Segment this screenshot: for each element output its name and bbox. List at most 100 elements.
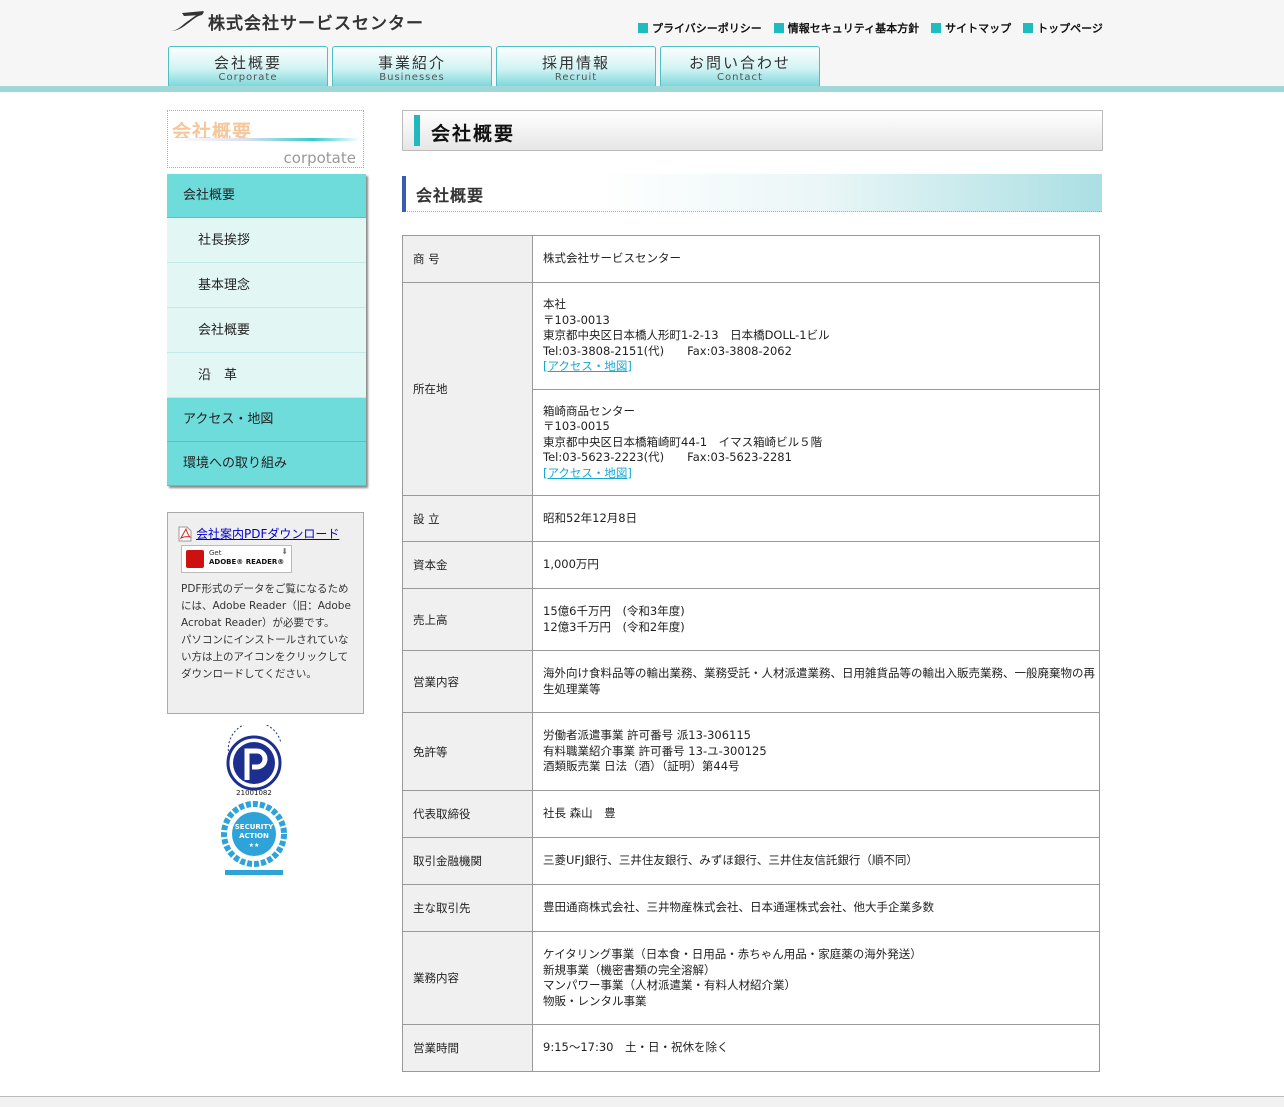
sidebar-heading-subtitle: corpotate bbox=[283, 149, 356, 167]
branch-name: 箱崎商品センター bbox=[543, 403, 635, 418]
company-logo[interactable]: 株式会社サービスセンター bbox=[168, 8, 424, 34]
row-value: 社長 森山 豊 bbox=[532, 790, 1100, 838]
branch-tel: Tel:03-5623-2223(代) Fax:03-5623-2281 bbox=[543, 450, 792, 464]
sales-line: 15億6千万円 (令和3年度) bbox=[543, 604, 685, 618]
square-bullet-icon bbox=[638, 23, 648, 33]
sidebar-heading: 会社概要 corpotate bbox=[167, 110, 364, 168]
table-row: 免許等 労働者派遣事業 許可番号 派13-306115 有料職業紹介事業 許可番… bbox=[402, 712, 1100, 791]
download-arrow-icon: ⬇ bbox=[281, 547, 288, 556]
sidebar-menu: 会社概要 社長挨拶 基本理念 会社概要 沿 革 アクセス・地図 環境への取り組み bbox=[167, 174, 366, 486]
top-page-link[interactable]: トップページ bbox=[1023, 20, 1103, 36]
branch-zip: 〒103-0015 bbox=[543, 419, 610, 433]
pdf-download-label: 会社案内PDFダウンロード bbox=[196, 527, 340, 541]
branch-map-link[interactable]: [アクセス・地図] bbox=[543, 466, 632, 480]
row-value: 労働者派遣事業 許可番号 派13-306115 有料職業紹介事業 許可番号 13… bbox=[532, 712, 1100, 791]
row-label: 業務内容 bbox=[402, 931, 533, 1025]
nav-tab-sublabel: Recruit bbox=[554, 72, 598, 83]
row-value: 株式会社サービスセンター bbox=[532, 235, 1100, 283]
pdf-file-icon bbox=[178, 526, 192, 541]
sidebar-item-greeting[interactable]: 社長挨拶 bbox=[167, 218, 366, 263]
row-value: 海外向け食料品等の輸出業務、業務受託・人材派遣業務、日用雑貨品等の輸出入販売業務… bbox=[532, 650, 1100, 713]
nav-tab-contact[interactable]: お問い合わせ Contact bbox=[660, 46, 820, 86]
nav-tab-label: お問い合わせ bbox=[688, 54, 791, 72]
table-row: 資本金 1,000万円 bbox=[402, 541, 1100, 589]
hq-tel: Tel:03-3808-2151(代) Fax:03-3808-2062 bbox=[543, 343, 792, 358]
logo-mark-icon bbox=[170, 11, 204, 31]
hq-map-link[interactable]: [アクセス・地図] bbox=[543, 359, 632, 373]
sidebar-item-access[interactable]: アクセス・地図 bbox=[167, 398, 366, 442]
privacy-mark-icon: 21001082 bbox=[226, 725, 282, 797]
sitemap-label: サイトマップ bbox=[945, 22, 1012, 35]
branch-street: 東京都中央区日本橋箱崎町44-1 イマス箱崎ビル５階 bbox=[543, 434, 823, 449]
row-value: 昭和52年12月8日 bbox=[532, 495, 1100, 542]
row-label: 営業時間 bbox=[402, 1024, 533, 1072]
header-divider bbox=[0, 86, 1284, 92]
security-policy-link[interactable]: 情報セキュリティ基本方針 bbox=[773, 20, 920, 36]
row-value: 豊田通商株式会社、三井物産株式会社、日本通運株式会社、他大手企業多数 bbox=[532, 884, 1100, 932]
page-title: 会社概要 bbox=[431, 123, 516, 145]
pdf-download-box: 会社案内PDFダウンロード Get ADOBE® READER® ⬇ PDF形式… bbox=[167, 512, 364, 714]
row-label: 設 立 bbox=[402, 495, 533, 542]
nav-tab-sublabel: Corporate bbox=[218, 72, 278, 83]
sidebar-item-environment[interactable]: 環境への取り組み bbox=[167, 442, 366, 486]
sidebar-item-company-overview[interactable]: 会社概要 bbox=[167, 174, 366, 218]
pdf-note: PDF形式のデータをご覧になるためには、Adobe Reader（旧：Adobe… bbox=[181, 583, 351, 680]
section-heading: 会社概要 bbox=[402, 174, 1102, 212]
sidebar-item-outline[interactable]: 会社概要 bbox=[167, 308, 366, 353]
square-bullet-icon bbox=[1023, 23, 1034, 33]
nav-tab-businesses[interactable]: 事業紹介 Businesses bbox=[332, 46, 492, 86]
sitemap-link[interactable]: サイトマップ bbox=[931, 20, 1011, 36]
nav-tab-corporate[interactable]: 会社概要 Corporate bbox=[168, 46, 328, 86]
row-label: 取引金融機関 bbox=[402, 837, 533, 885]
svg-text:★★: ★★ bbox=[249, 842, 260, 849]
title-accent-bar bbox=[414, 115, 420, 146]
address-cell: 本社 〒103-0013 東京都中央区日本橋人形町1-2-13 日本橋DOLL-… bbox=[532, 282, 1100, 496]
license-line: 労働者派遣事業 許可番号 派13-306115 bbox=[543, 728, 751, 743]
nav-tab-recruit[interactable]: 採用情報 Recruit bbox=[496, 46, 656, 86]
security-action-icon: SECURITY ACTION ★★ bbox=[221, 801, 287, 875]
footer-divider bbox=[0, 1096, 1284, 1107]
table-row: 営業内容 海外向け食料品等の輸出業務、業務受託・人材派遣業務、日用雑貨品等の輸出… bbox=[402, 650, 1100, 713]
table-row: 業務内容 ケイタリング事業（日本食・日用品・赤ちゃん用品・家庭薬の海外発送） 新… bbox=[402, 931, 1100, 1025]
sidebar-item-philosophy[interactable]: 基本理念 bbox=[167, 263, 366, 308]
nav-tab-sublabel: Businesses bbox=[379, 72, 445, 83]
business-line: 新規事業（機密書類の完全溶解） bbox=[543, 962, 716, 977]
adobe-logo-icon bbox=[186, 550, 204, 568]
row-label: 営業内容 bbox=[402, 650, 533, 713]
row-label: 売上高 bbox=[402, 588, 533, 651]
license-line: 酒類販売業 日法（酒）（証明）第44号 bbox=[543, 759, 740, 774]
hq-name: 本社 bbox=[543, 297, 566, 311]
table-row: 商 号 株式会社サービスセンター bbox=[402, 235, 1100, 283]
pdf-download-link[interactable]: 会社案内PDFダウンロード bbox=[178, 525, 339, 542]
row-label: 主な取引先 bbox=[402, 884, 533, 932]
table-row: 売上高 15億6千万円 (令和3年度) 12億3千万円 (令和2年度) bbox=[402, 588, 1100, 651]
svg-text:SECURITY: SECURITY bbox=[235, 823, 274, 831]
row-label: 資本金 bbox=[402, 541, 533, 589]
utility-links: プライバシーポリシー 情報セキュリティ基本方針 サイトマップ トップページ bbox=[638, 20, 1115, 36]
row-value: 1,000万円 bbox=[532, 541, 1100, 589]
table-row: 主な取引先 豊田通商株式会社、三井物産株式会社、日本通運株式会社、他大手企業多数 bbox=[402, 884, 1100, 932]
table-row: 代表取締役 社長 森山 豊 bbox=[402, 790, 1100, 838]
section-accent-bar bbox=[402, 176, 406, 212]
hq-street: 東京都中央区日本橋人形町1-2-13 日本橋DOLL-1ビル bbox=[543, 328, 830, 342]
svg-text:21001082: 21001082 bbox=[236, 789, 272, 797]
nav-tab-label: 事業紹介 bbox=[377, 54, 446, 72]
hq-zip: 〒103-0013 bbox=[543, 312, 610, 327]
square-bullet-icon bbox=[773, 23, 784, 33]
hq-address: 本社 〒103-0013 東京都中央区日本橋人形町1-2-13 日本橋DOLL-… bbox=[543, 283, 1095, 389]
business-line: ケイタリング事業（日本食・日用品・赤ちゃん用品・家庭薬の海外発送） bbox=[543, 947, 922, 961]
security-policy-label: 情報セキュリティ基本方針 bbox=[787, 22, 920, 35]
row-value: 15億6千万円 (令和3年度) 12億3千万円 (令和2年度) bbox=[532, 588, 1100, 651]
privacy-policy-link[interactable]: プライバシーポリシー bbox=[638, 20, 762, 36]
adobe-get-label: Get bbox=[209, 549, 222, 557]
license-line: 有料職業紹介事業 許可番号 13-ユ-300125 bbox=[543, 743, 767, 758]
heading-decoration bbox=[172, 138, 360, 141]
adobe-reader-label: ADOBE® READER® bbox=[209, 558, 285, 566]
square-bullet-icon bbox=[931, 23, 942, 33]
global-nav: 会社概要 Corporate 事業紹介 Businesses 採用情報 Recr… bbox=[168, 46, 824, 86]
row-label: 免許等 bbox=[402, 712, 533, 791]
get-adobe-reader-button[interactable]: Get ADOBE® READER® ⬇ bbox=[181, 545, 292, 573]
sidebar-item-history[interactable]: 沿 革 bbox=[167, 353, 366, 398]
branch-address: 箱崎商品センター 〒103-0015 東京都中央区日本橋箱崎町44-1 イマス箱… bbox=[543, 390, 1095, 496]
table-row: 所在地 本社 〒103-0013 東京都中央区日本橋人形町1-2-13 日本橋D… bbox=[402, 282, 1100, 496]
